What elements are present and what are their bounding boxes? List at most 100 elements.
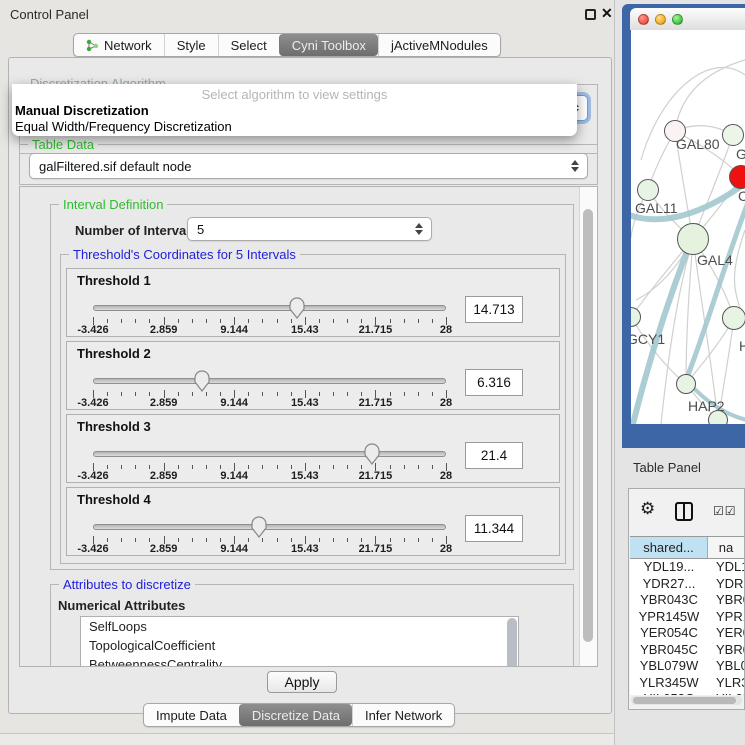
table-panel-title: Table Panel bbox=[633, 460, 701, 475]
network-node-label: GAL11 bbox=[635, 200, 678, 216]
tab-label: Network bbox=[104, 38, 152, 53]
threshold-value-field[interactable]: 6.316 bbox=[465, 369, 523, 396]
vertical-scrollbar-track[interactable] bbox=[579, 187, 597, 666]
table-row[interactable]: YDR27...YDR27 bbox=[630, 576, 744, 593]
settings-viewport: Interval Definition Number of Intervals … bbox=[19, 186, 598, 667]
network-node-gal4[interactable] bbox=[677, 223, 709, 255]
attribute-item-topologicalcoefficient[interactable]: TopologicalCoefficient bbox=[81, 636, 518, 655]
list-scrollbar[interactable] bbox=[507, 618, 517, 667]
cell-shared-name: YIL052C bbox=[630, 691, 708, 695]
mac-minimize-icon[interactable] bbox=[655, 14, 666, 25]
threshold-label: Threshold 4 bbox=[77, 492, 151, 507]
network-node[interactable] bbox=[708, 410, 728, 424]
tab-label: Infer Network bbox=[365, 708, 442, 723]
threshold-label: Threshold 2 bbox=[77, 346, 151, 361]
network-node-label: H bbox=[739, 338, 745, 354]
tab-label: Impute Data bbox=[156, 708, 227, 723]
cell-name: YIL05 bbox=[708, 691, 744, 695]
bottom-tab-impute-data[interactable]: Impute Data bbox=[144, 704, 239, 726]
column-layout-icon[interactable] bbox=[675, 502, 693, 521]
tab-cyni-toolbox[interactable]: Cyni Toolbox bbox=[279, 34, 378, 56]
table-panel: ⚙ ☑☑ shared... na YDL19...YDL19YDR27...Y… bbox=[628, 488, 745, 710]
network-node-gal11[interactable] bbox=[637, 179, 659, 201]
horizontal-scrollbar-thumb[interactable] bbox=[633, 697, 736, 704]
numerical-attributes-list[interactable]: SelfLoopsTopologicalCoefficientBetweenne… bbox=[80, 616, 519, 667]
cell-shared-name: YLR345W bbox=[630, 675, 708, 692]
table-row[interactable]: YDL19...YDL19 bbox=[630, 559, 744, 576]
threshold-value-field[interactable]: 11.344 bbox=[465, 515, 523, 542]
mac-close-icon[interactable] bbox=[638, 14, 649, 25]
threshold-panel-1: Threshold 1 -3.4262.8599.14415.4321.7152… bbox=[66, 268, 560, 337]
interval-definition-title: Interval Definition bbox=[59, 197, 167, 212]
table-body[interactable]: YDL19...YDL19YDR27...YDR27YBR043CYBR04YP… bbox=[630, 559, 744, 695]
algorithm-option-manual-discretization[interactable]: Manual Discretization bbox=[15, 103, 149, 118]
slider-track[interactable] bbox=[93, 451, 446, 457]
tab-select[interactable]: Select bbox=[218, 34, 279, 56]
table-row[interactable]: YBR043CYBR04 bbox=[630, 592, 744, 609]
tab-network[interactable]: Network bbox=[74, 34, 164, 56]
cyni-toolbox-panel: Table Data galFiltered.sif default node … bbox=[8, 57, 612, 714]
tab-style[interactable]: Style bbox=[164, 34, 218, 56]
table-data-group-title: Table Data bbox=[28, 137, 98, 152]
network-node-ga[interactable] bbox=[722, 124, 744, 146]
number-of-intervals-combobox[interactable]: 5 bbox=[187, 217, 432, 241]
control-panel-titlebar: Control Panel ✕ bbox=[0, 0, 618, 28]
attributes-group-title: Attributes to discretize bbox=[59, 577, 195, 592]
algorithm-dropdown-popup: Select algorithm to view settings Manual… bbox=[12, 84, 577, 136]
horizontal-scrollbar-track[interactable] bbox=[631, 696, 742, 705]
attribute-item-betweennesscentrality[interactable]: BetweennessCentrality bbox=[81, 655, 518, 667]
gear-icon[interactable]: ⚙ bbox=[640, 499, 655, 519]
table-row[interactable]: YBR045CYBR04 bbox=[630, 642, 744, 659]
network-node-label: C bbox=[738, 188, 745, 204]
combo-spinner-icon bbox=[571, 160, 579, 172]
slider-ticks bbox=[93, 317, 447, 326]
threshold-label: Threshold 1 bbox=[77, 273, 151, 288]
attribute-item-selfloops[interactable]: SelfLoops bbox=[81, 617, 518, 636]
table-data-combobox[interactable]: galFiltered.sif default node bbox=[29, 153, 588, 179]
network-node-h[interactable] bbox=[722, 306, 745, 330]
slider-track[interactable] bbox=[93, 378, 446, 384]
column-header-shared-name[interactable]: shared... bbox=[630, 537, 708, 558]
table-row[interactable]: YER054CYER05 bbox=[630, 625, 744, 642]
apply-button[interactable]: Apply bbox=[267, 671, 337, 693]
algorithm-placeholder-option[interactable]: Select algorithm to view settings bbox=[12, 87, 577, 102]
threshold-value-field[interactable]: 14.713 bbox=[465, 296, 523, 323]
algorithm-option-equal-width-frequency[interactable]: Equal Width/Frequency Discretization bbox=[15, 119, 232, 134]
slider-track[interactable] bbox=[93, 524, 446, 530]
checkbox-icons[interactable]: ☑☑ bbox=[713, 504, 737, 518]
column-header-name[interactable]: na bbox=[708, 537, 744, 558]
number-of-intervals-value: 5 bbox=[197, 222, 204, 237]
combo-spinner-icon bbox=[415, 223, 423, 235]
slider-track[interactable] bbox=[93, 305, 446, 311]
tab-bar: Network StyleSelectCyni ToolboxjActiveMNo… bbox=[73, 33, 501, 57]
cell-shared-name: YBL079W bbox=[630, 658, 708, 675]
threshold-value-field[interactable]: 21.4 bbox=[465, 442, 523, 469]
cell-name: YDR27 bbox=[708, 576, 744, 593]
window-title: Control Panel bbox=[10, 7, 89, 22]
bottom-tab-infer-network[interactable]: Infer Network bbox=[352, 704, 454, 726]
threshold-label: Threshold 3 bbox=[77, 419, 151, 434]
tab-jactivemnodules[interactable]: jActiveMNodules bbox=[378, 34, 500, 56]
cell-name: YBR04 bbox=[708, 592, 744, 609]
network-canvas[interactable]: GAL80GACGAL11GAL4GCY1HHAP2 bbox=[631, 30, 745, 424]
mac-zoom-icon[interactable] bbox=[672, 14, 683, 25]
table-row[interactable]: YLR345WYLR34 bbox=[630, 675, 744, 692]
bottom-tab-discretize-data[interactable]: Discretize Data bbox=[239, 704, 352, 726]
threshold-panel-4: Threshold 4 -3.4262.8599.14415.4321.7152… bbox=[66, 487, 560, 556]
numerical-attributes-label: Numerical Attributes bbox=[58, 598, 185, 613]
threshold-panel-2: Threshold 2 -3.4262.8599.14415.4321.7152… bbox=[66, 341, 560, 410]
network-icon bbox=[86, 39, 99, 52]
network-node-hap2[interactable] bbox=[676, 374, 696, 394]
cell-name: YPR14 bbox=[708, 609, 744, 626]
float-window-icon[interactable] bbox=[585, 9, 596, 20]
table-data-combobox-value: galFiltered.sif default node bbox=[39, 159, 191, 174]
cell-name: YER05 bbox=[708, 625, 744, 642]
network-node-label: GA bbox=[736, 146, 745, 162]
table-row[interactable]: YPR145WYPR14 bbox=[630, 609, 744, 626]
close-icon[interactable]: ✕ bbox=[601, 5, 613, 22]
network-view-window: GAL80GACGAL11GAL4GCY1HHAP2 bbox=[622, 4, 745, 448]
cell-name: YDL19 bbox=[708, 559, 744, 576]
vertical-scrollbar-thumb[interactable] bbox=[583, 209, 593, 642]
table-row[interactable]: YBL079WYBL07 bbox=[630, 658, 744, 675]
table-row[interactable]: YIL052CYIL05 bbox=[630, 691, 744, 695]
